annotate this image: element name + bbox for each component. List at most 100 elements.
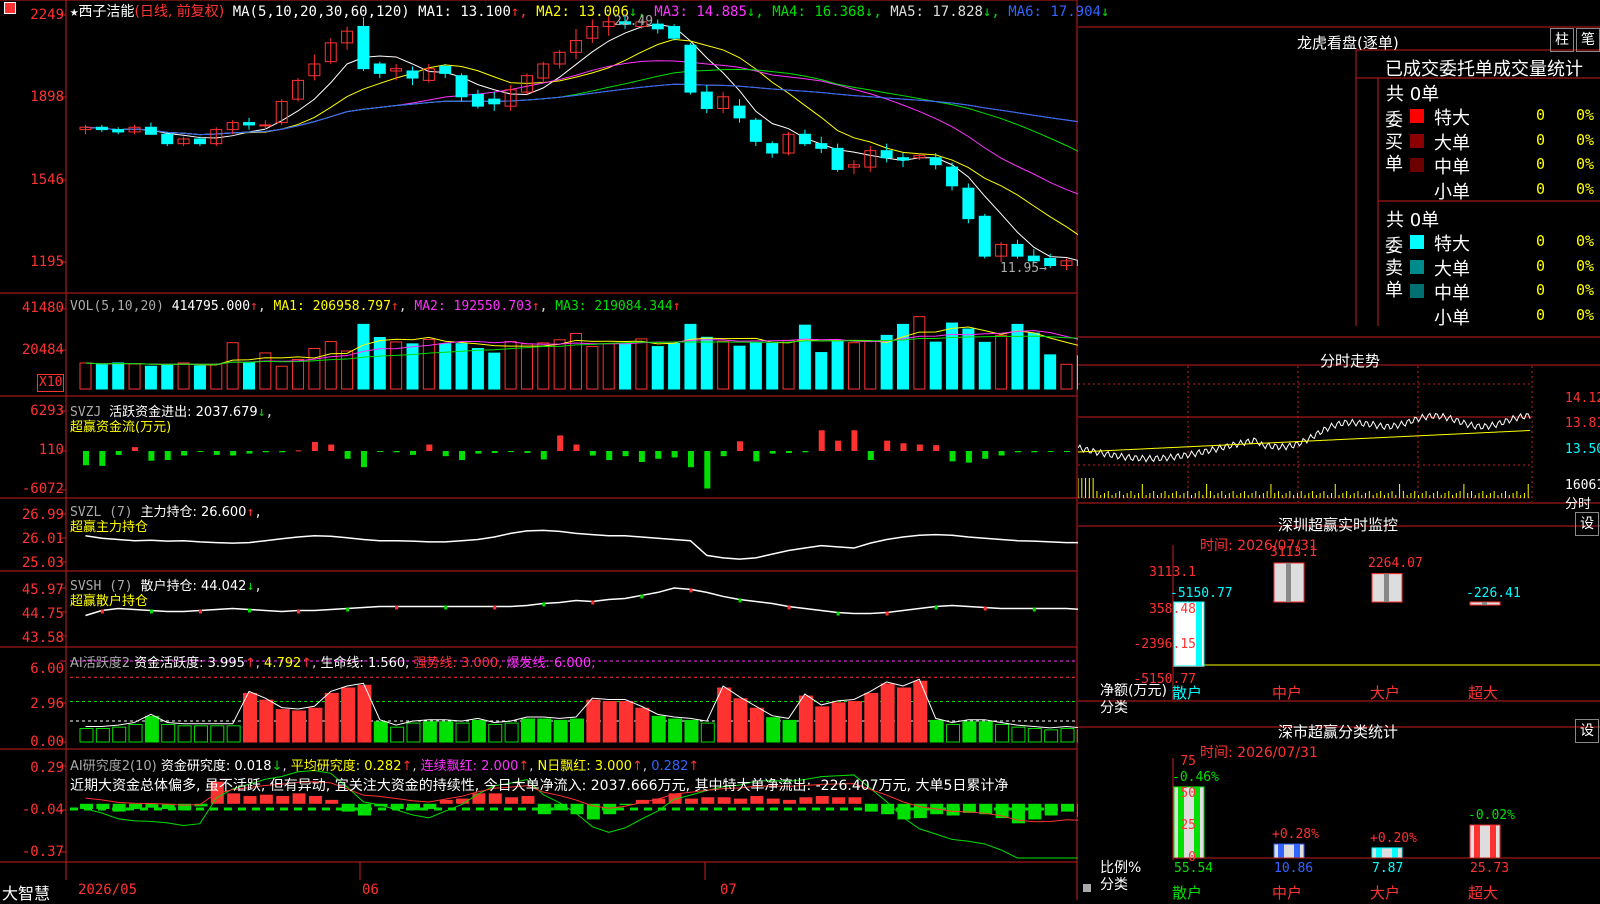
svzj-bar bbox=[344, 451, 351, 459]
class-bar-accent bbox=[1392, 847, 1398, 858]
order-size-label: 特大 bbox=[1434, 108, 1470, 129]
research-bar bbox=[505, 797, 519, 804]
activity-bar bbox=[259, 699, 274, 743]
stock-name[interactable]: 西子洁能 bbox=[78, 4, 134, 20]
activity-bar bbox=[586, 699, 601, 743]
volume-bar bbox=[1044, 354, 1057, 390]
svzj-bar bbox=[655, 451, 662, 459]
sz-class-axis-1: 50 bbox=[1180, 786, 1196, 801]
order-count: 0 bbox=[1536, 155, 1546, 173]
activity-bar bbox=[913, 680, 928, 743]
sz-monitor-axis-0: 3113.1 bbox=[1149, 565, 1196, 580]
sz-class-axis-2: 25 bbox=[1180, 818, 1196, 833]
research-bar bbox=[603, 803, 617, 815]
svzj-bar bbox=[638, 451, 645, 462]
volume-bar bbox=[831, 340, 844, 390]
price-mode[interactable]: (日线, 前复权) bbox=[134, 4, 224, 20]
svzj-bar bbox=[246, 451, 253, 454]
monitor-category-label: 中户 bbox=[1272, 684, 1303, 702]
bar-mode-button[interactable]: 柱 bbox=[1550, 28, 1574, 52]
activity-bar bbox=[422, 721, 437, 743]
intraday-title: 分时走势 bbox=[1320, 352, 1381, 370]
activity-bar bbox=[324, 692, 339, 743]
ma-value-5: MA5: 17.828↓, bbox=[890, 4, 1009, 20]
monitor-value-label: -5150.77 bbox=[1170, 586, 1233, 601]
tick-mode-button[interactable]: 笔 bbox=[1576, 28, 1600, 52]
svsh-tick bbox=[591, 600, 595, 605]
candle bbox=[357, 25, 370, 70]
research-bar bbox=[881, 803, 895, 815]
monitor-value-label: -226.41 bbox=[1466, 586, 1521, 601]
svzj-bar bbox=[933, 445, 940, 451]
ma2-line bbox=[85, 38, 1078, 236]
candle bbox=[471, 93, 484, 107]
candle bbox=[439, 65, 452, 74]
order-count: 0 bbox=[1536, 281, 1546, 299]
svzj-bar bbox=[442, 451, 449, 457]
activity-bar bbox=[455, 722, 470, 743]
activity-bar bbox=[946, 723, 961, 743]
class-value-label: 10.86 bbox=[1274, 861, 1314, 876]
volume-bar bbox=[1060, 363, 1073, 390]
sz-class-settings-button[interactable]: 设 bbox=[1575, 719, 1599, 743]
price-axis-2: 1546 bbox=[30, 172, 64, 188]
svzj-bar bbox=[459, 451, 466, 461]
price-axis-0: 2249 bbox=[30, 7, 64, 23]
order-count: 0 bbox=[1536, 232, 1546, 250]
svsh-tick bbox=[542, 602, 546, 607]
candle bbox=[259, 124, 272, 127]
sz-class-title: 深市超赢分类统计 bbox=[1278, 723, 1399, 741]
class-value-label: 7.87 bbox=[1372, 861, 1404, 876]
volume-bar bbox=[815, 352, 828, 390]
order-count: 0 bbox=[1536, 179, 1546, 198]
activity-bar bbox=[471, 719, 486, 743]
svsh-tick bbox=[640, 594, 644, 599]
sz-monitor-xlabel: 分类 bbox=[1100, 700, 1128, 716]
research-bar bbox=[783, 799, 797, 804]
research-bar bbox=[684, 798, 698, 804]
brand-logo[interactable]: 大智慧 bbox=[2, 880, 50, 904]
sz-monitor-settings-button[interactable]: 设 bbox=[1575, 512, 1599, 536]
order-percent: 0% bbox=[1576, 130, 1595, 149]
order-count: 0 bbox=[1536, 256, 1546, 275]
research-bar bbox=[357, 803, 371, 816]
legend-swatch bbox=[1410, 259, 1424, 274]
activity-bar bbox=[619, 701, 634, 743]
svzj-axis-1: 110 bbox=[38, 442, 64, 458]
low-annotation: 11.95→ bbox=[1000, 261, 1047, 276]
svsh-tick bbox=[444, 605, 448, 610]
volume-bar bbox=[177, 362, 190, 390]
volume-bar bbox=[635, 338, 648, 390]
legend-swatch bbox=[1410, 183, 1424, 197]
svsh-tick bbox=[1032, 607, 1036, 612]
svzj-axis-0: 6293 bbox=[30, 403, 64, 419]
activity-bar bbox=[962, 721, 977, 743]
svsh-tick bbox=[297, 609, 301, 614]
volume-bar bbox=[586, 346, 599, 390]
svzj-bar bbox=[671, 451, 678, 458]
activity-bar bbox=[995, 723, 1010, 743]
volume-bar bbox=[847, 342, 860, 390]
order-count: 0 bbox=[1536, 305, 1546, 324]
research-bar bbox=[766, 798, 780, 804]
research-bar bbox=[864, 803, 878, 812]
volume-bar bbox=[749, 342, 762, 390]
volume-bar bbox=[553, 339, 566, 390]
date-label-1: 06 bbox=[362, 882, 379, 898]
activity-bar bbox=[128, 723, 143, 743]
order-size-label: 小单 bbox=[1434, 307, 1470, 329]
activity-bar bbox=[553, 719, 568, 743]
intraday-vol: 16061 bbox=[1565, 478, 1600, 493]
svzj-bar bbox=[965, 451, 972, 463]
svzj-bar bbox=[851, 430, 858, 451]
order-percent: 0% bbox=[1576, 179, 1595, 198]
ma4-line bbox=[85, 68, 1078, 152]
research-bar bbox=[1044, 803, 1058, 816]
candle bbox=[243, 122, 255, 126]
volume-bar bbox=[880, 334, 893, 390]
svsh-tick bbox=[689, 588, 693, 593]
svzj-bar bbox=[687, 451, 694, 468]
volume-bar bbox=[144, 365, 157, 390]
svsh-axis-0: 45.97 bbox=[21, 582, 64, 598]
activity-bar bbox=[1027, 728, 1042, 743]
